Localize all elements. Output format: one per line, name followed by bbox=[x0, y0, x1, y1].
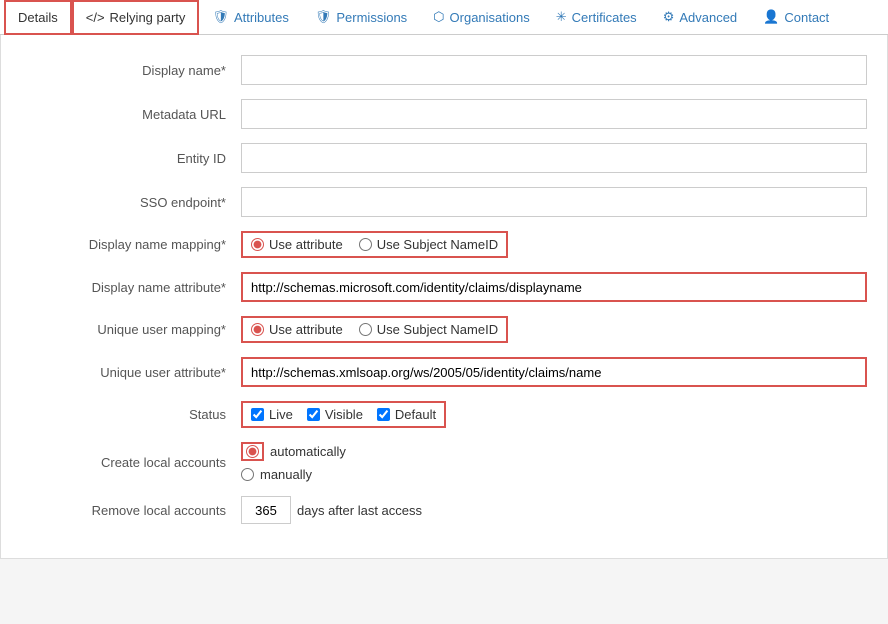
create-manually-option[interactable]: manually bbox=[241, 467, 346, 482]
tab-organisations-label: Organisations bbox=[450, 10, 530, 25]
unique-user-mapping-use-subject-radio[interactable] bbox=[359, 323, 372, 336]
display-name-mapping-use-subject[interactable]: Use Subject NameID bbox=[359, 237, 498, 252]
create-automatically-radio-wrapper bbox=[241, 442, 264, 461]
remove-days-input[interactable] bbox=[241, 496, 291, 524]
status-live-label: Live bbox=[269, 407, 293, 422]
tab-relying-party-label: Relying party bbox=[110, 10, 186, 25]
status-default-checkbox[interactable] bbox=[377, 408, 390, 421]
display-name-mapping-group: Use attribute Use Subject NameID bbox=[241, 231, 508, 258]
entity-id-input[interactable] bbox=[241, 143, 867, 173]
tab-attributes[interactable]: 🛡 Attributes bbox=[199, 0, 301, 34]
unique-user-attribute-input[interactable] bbox=[241, 357, 867, 387]
advanced-icon: ⚙ bbox=[663, 9, 675, 25]
create-automatically-option[interactable]: automatically bbox=[241, 442, 346, 461]
metadata-url-row: Metadata URL bbox=[1, 99, 887, 129]
metadata-url-input[interactable] bbox=[241, 99, 867, 129]
entity-id-label: Entity ID bbox=[21, 151, 241, 166]
certificates-icon: ✳ bbox=[556, 9, 567, 25]
contact-icon: 👤 bbox=[763, 9, 779, 25]
tab-contact[interactable]: 👤 Contact bbox=[750, 0, 842, 34]
form-area: Display name* Metadata URL Entity ID SSO… bbox=[0, 35, 888, 559]
status-label: Status bbox=[21, 407, 241, 422]
unique-user-mapping-row: Unique user mapping* Use attribute Use S… bbox=[1, 316, 887, 343]
sso-endpoint-label: SSO endpoint* bbox=[21, 195, 241, 210]
tab-relying-party[interactable]: </> Relying party bbox=[72, 0, 200, 35]
status-default[interactable]: Default bbox=[377, 407, 436, 422]
permissions-icon: 🛡 bbox=[315, 9, 332, 25]
create-automatically-label: automatically bbox=[270, 444, 346, 459]
status-visible-label: Visible bbox=[325, 407, 363, 422]
create-local-label: Create local accounts bbox=[21, 455, 241, 470]
display-name-mapping-use-attribute-radio[interactable] bbox=[251, 238, 264, 251]
tab-certificates-label: Certificates bbox=[572, 10, 637, 25]
tab-contact-label: Contact bbox=[784, 10, 829, 25]
display-name-mapping-use-attribute[interactable]: Use attribute bbox=[251, 237, 343, 252]
status-live-checkbox[interactable] bbox=[251, 408, 264, 421]
display-name-mapping-label: Display name mapping* bbox=[21, 237, 241, 252]
tab-details[interactable]: Details bbox=[4, 0, 72, 35]
sso-endpoint-input[interactable] bbox=[241, 187, 867, 217]
status-group: Live Visible Default bbox=[241, 401, 446, 428]
tab-advanced[interactable]: ⚙ Advanced bbox=[650, 0, 750, 34]
tab-permissions[interactable]: 🛡 Permissions bbox=[302, 0, 420, 34]
tab-details-label: Details bbox=[18, 10, 58, 25]
remove-days-suffix: days after last access bbox=[297, 503, 422, 518]
display-name-attribute-input[interactable] bbox=[241, 272, 867, 302]
relying-party-icon: </> bbox=[86, 10, 105, 25]
remove-local-label: Remove local accounts bbox=[21, 503, 241, 518]
unique-user-mapping-use-attribute-radio[interactable] bbox=[251, 323, 264, 336]
display-name-attribute-row: Display name attribute* bbox=[1, 272, 887, 302]
create-automatically-radio[interactable] bbox=[246, 445, 259, 458]
status-row: Status Live Visible Default bbox=[1, 401, 887, 428]
tab-attributes-label: Attributes bbox=[234, 10, 289, 25]
sso-endpoint-row: SSO endpoint* bbox=[1, 187, 887, 217]
display-name-mapping-use-subject-label: Use Subject NameID bbox=[377, 237, 498, 252]
display-name-mapping-use-attribute-label: Use attribute bbox=[269, 237, 343, 252]
create-local-row: Create local accounts automatically manu… bbox=[1, 442, 887, 482]
tab-advanced-label: Advanced bbox=[679, 10, 737, 25]
status-visible-checkbox[interactable] bbox=[307, 408, 320, 421]
create-manually-radio[interactable] bbox=[241, 468, 254, 481]
tab-permissions-label: Permissions bbox=[336, 10, 407, 25]
unique-user-attribute-row: Unique user attribute* bbox=[1, 357, 887, 387]
unique-user-mapping-use-attribute-label: Use attribute bbox=[269, 322, 343, 337]
organisations-icon: ⬡ bbox=[433, 9, 444, 25]
display-name-attribute-label: Display name attribute* bbox=[21, 280, 241, 295]
display-name-mapping-row: Display name mapping* Use attribute Use … bbox=[1, 231, 887, 258]
tab-bar: Details </> Relying party 🛡 Attributes 🛡… bbox=[0, 0, 888, 35]
entity-id-row: Entity ID bbox=[1, 143, 887, 173]
status-live[interactable]: Live bbox=[251, 407, 293, 422]
unique-user-mapping-label: Unique user mapping* bbox=[21, 322, 241, 337]
attributes-icon: 🛡 bbox=[212, 9, 229, 25]
tab-certificates[interactable]: ✳ Certificates bbox=[543, 0, 650, 34]
remove-row-content: days after last access bbox=[241, 496, 422, 524]
display-name-mapping-use-subject-radio[interactable] bbox=[359, 238, 372, 251]
remove-local-row: Remove local accounts days after last ac… bbox=[1, 496, 887, 524]
unique-user-mapping-group: Use attribute Use Subject NameID bbox=[241, 316, 508, 343]
status-visible[interactable]: Visible bbox=[307, 407, 363, 422]
tab-organisations[interactable]: ⬡ Organisations bbox=[420, 0, 543, 34]
create-manually-label: manually bbox=[260, 467, 312, 482]
display-name-row: Display name* bbox=[1, 55, 887, 85]
unique-user-mapping-use-subject[interactable]: Use Subject NameID bbox=[359, 322, 498, 337]
display-name-label: Display name* bbox=[21, 63, 241, 78]
display-name-input[interactable] bbox=[241, 55, 867, 85]
status-default-label: Default bbox=[395, 407, 436, 422]
create-accounts-group: automatically manually bbox=[241, 442, 346, 482]
unique-user-mapping-use-subject-label: Use Subject NameID bbox=[377, 322, 498, 337]
metadata-url-label: Metadata URL bbox=[21, 107, 241, 122]
unique-user-mapping-use-attribute[interactable]: Use attribute bbox=[251, 322, 343, 337]
unique-user-attribute-label: Unique user attribute* bbox=[21, 365, 241, 380]
